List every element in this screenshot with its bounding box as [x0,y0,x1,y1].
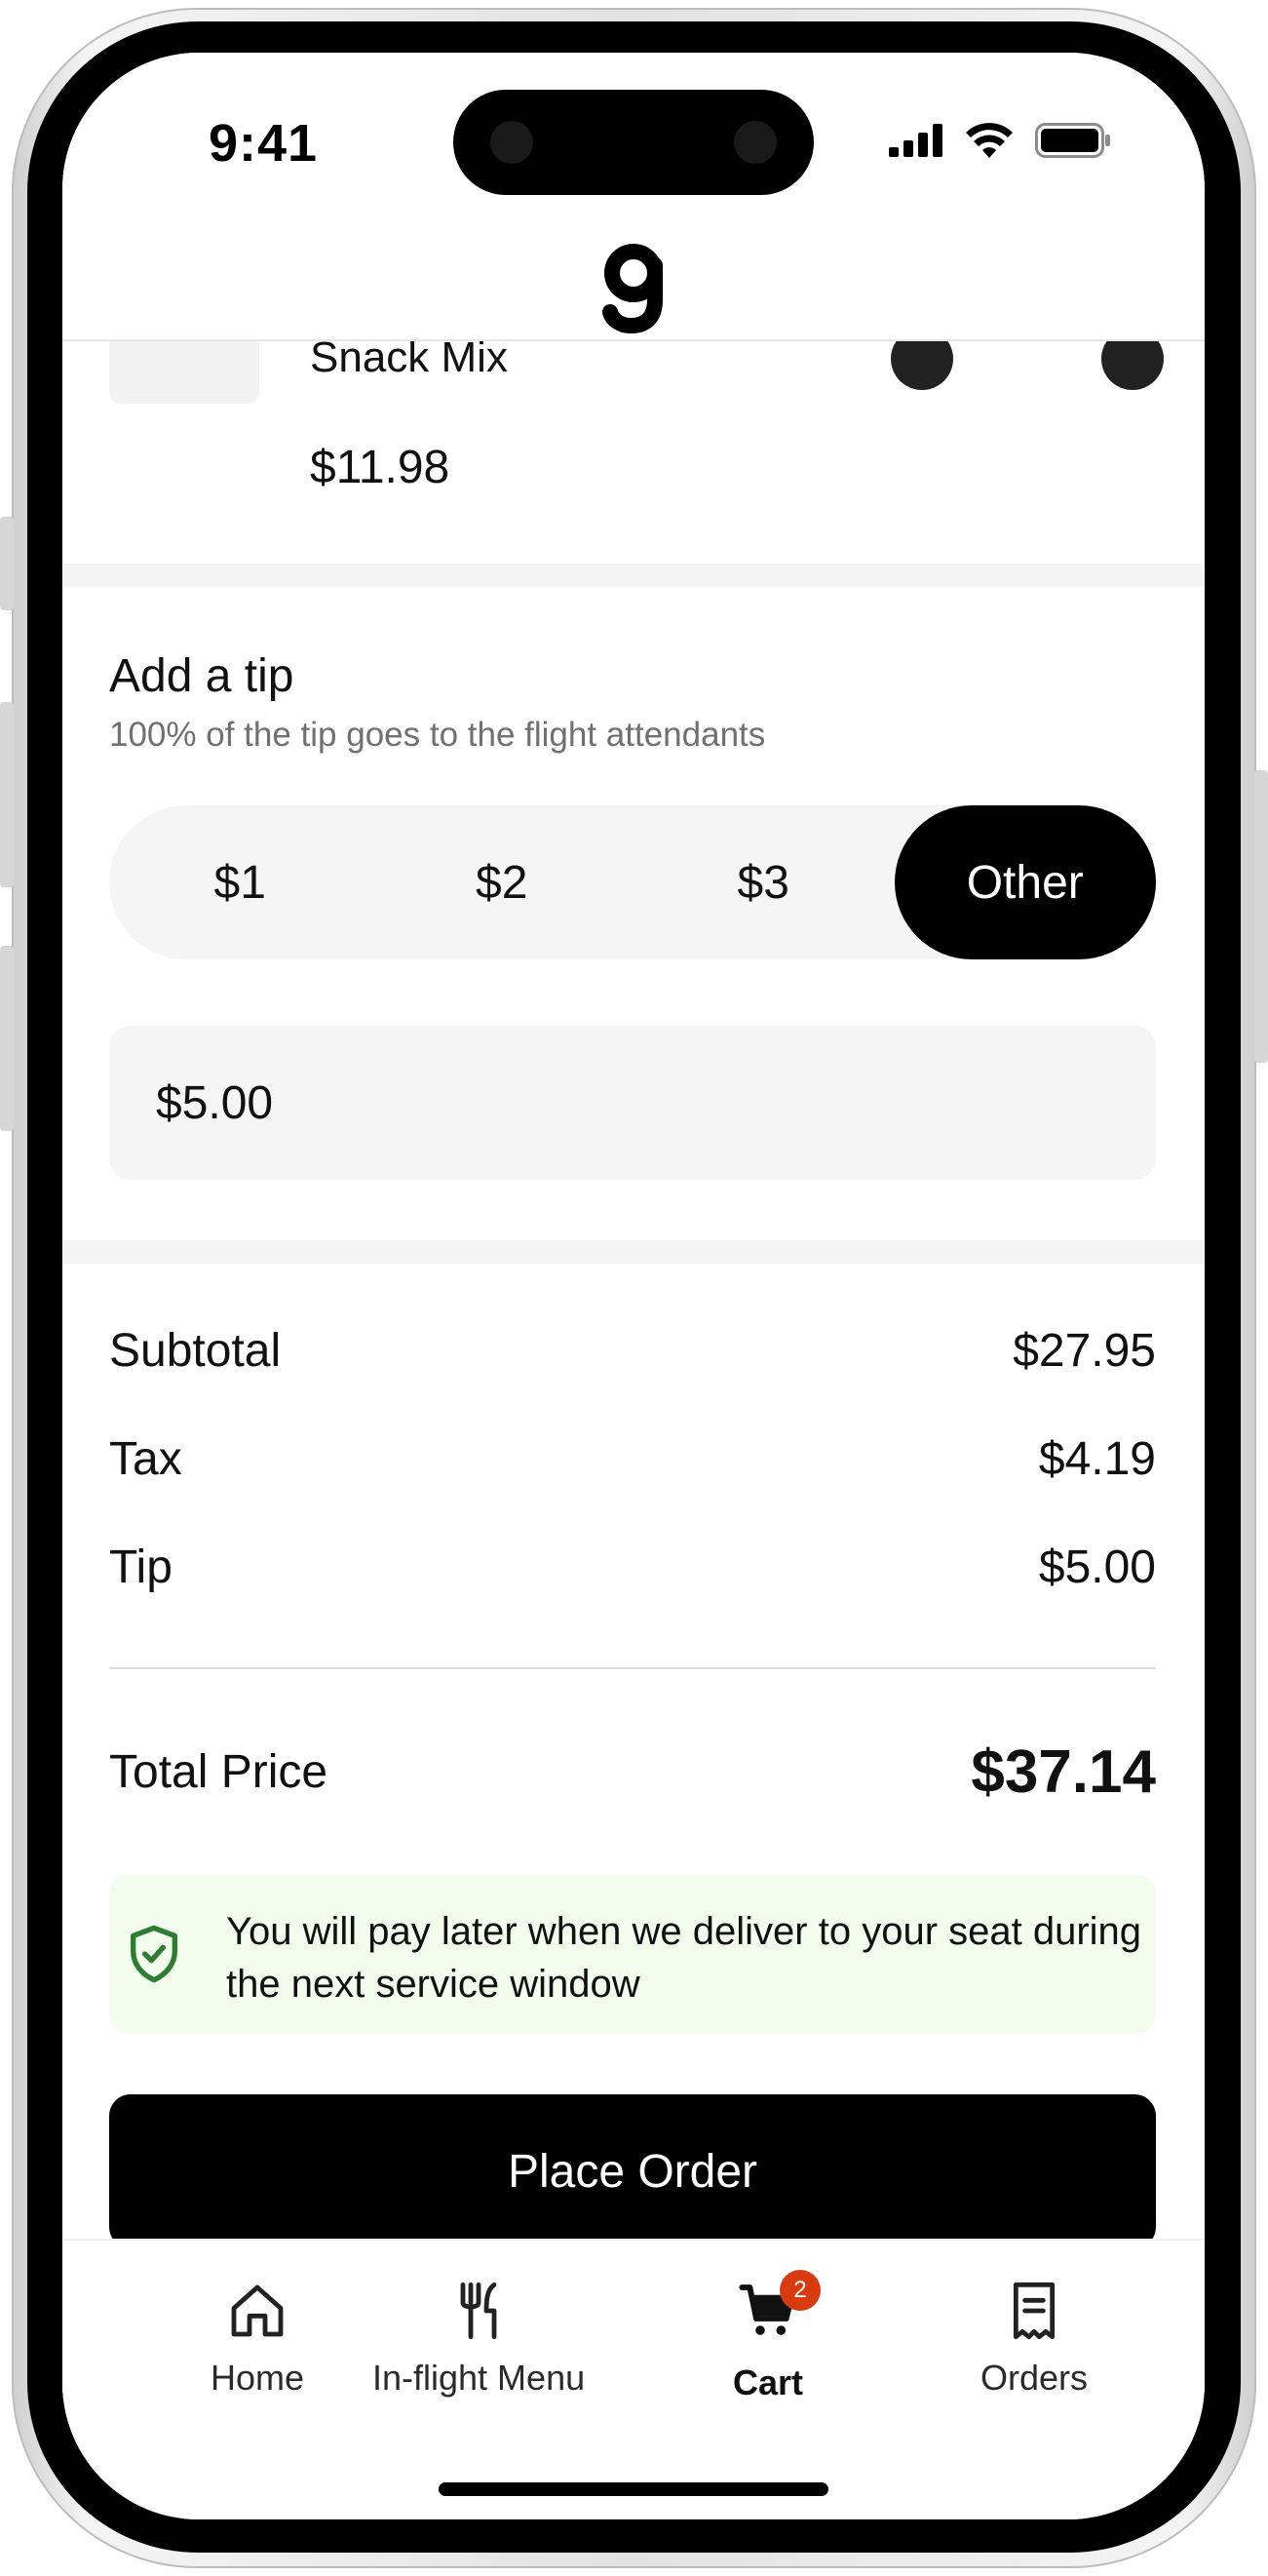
tip-title: Add a tip [109,650,294,702]
tab-orders[interactable]: Orders [980,2280,1088,2399]
section-divider [62,1240,1205,1264]
status-bar: 9:41 [62,53,1205,228]
app-logo [602,244,663,333]
cart-icon-wrap: 2 [737,2270,822,2347]
item-price: $11.98 [310,442,450,493]
app-header [62,228,1205,341]
mute-switch [0,517,14,610]
tab-home-label: Home [211,2358,305,2398]
tip-row: Tip $5.00 [109,1541,1156,1594]
tax-row: Tax $4.19 [109,1432,1156,1486]
tip-option-2[interactable]: $2 [371,805,634,959]
tab-orders-label: Orders [980,2358,1089,2398]
tip-selector: $1 $2 $3 Other [109,805,1156,959]
pay-later-notice: You will pay later when we deliver to yo… [109,1874,1156,2034]
tip-option-other[interactable]: Other [894,805,1156,959]
custom-tip-input[interactable]: $5.00 [109,1026,1156,1180]
tab-in-flight-menu[interactable]: In-flight Menu [372,2280,585,2399]
cart-badge: 2 [780,2270,822,2311]
tip-subtitle: 100% of the tip goes to the flight atten… [109,716,766,754]
volume-down-button [0,946,14,1131]
status-icons [889,123,1111,158]
total-row: Total Price $37.14 [109,1737,1156,1807]
home-indicator [439,2482,828,2496]
receipt-icon [1013,2282,1056,2340]
summary-divider [109,1667,1156,1669]
subtotal-label: Subtotal [109,1325,282,1377]
battery-icon [1035,123,1110,158]
bottom-tab-bar: Home In-flight Menu 2 Cart Orders [62,2241,1205,2519]
cellular-signal-icon [889,124,942,157]
tax-value: $4.19 [1038,1433,1156,1485]
tab-cart[interactable]: 2 Cart [733,2270,822,2403]
tab-home[interactable]: Home [211,2280,304,2399]
volume-up-button [0,702,14,887]
tip-value: $5.00 [1038,1542,1156,1593]
subtotal-value: $27.95 [1013,1325,1156,1377]
tax-label: Tax [109,1433,182,1485]
cart-scroll-content[interactable]: Snack Mix $11.98 Add a tip 100% of the t… [62,228,1205,2276]
place-order-button[interactable]: Place Order [109,2094,1156,2248]
power-button [1254,770,1268,1063]
notice-text: You will pay later when we deliver to yo… [226,1910,1142,2006]
total-value: $37.14 [971,1738,1156,1806]
fork-knife-icon [460,2282,497,2340]
wifi-icon [966,123,1013,158]
section-divider [62,564,1205,587]
tab-cart-label: Cart [733,2362,804,2402]
subtotal-row: Subtotal $27.95 [109,1324,1156,1378]
shield-check-icon [131,1925,177,1983]
dynamic-island [453,90,814,195]
tip-label: Tip [109,1542,173,1593]
total-label: Total Price [109,1746,328,1798]
status-time: 9:41 [209,114,319,173]
home-icon [231,2284,284,2337]
tab-in-flight-menu-label: In-flight Menu [372,2358,586,2398]
screen: 9:41 Snack Mix $11.98 Add a tip 100% of … [62,53,1205,2519]
tip-option-1[interactable]: $1 [109,805,371,959]
tip-option-3[interactable]: $3 [633,805,895,959]
